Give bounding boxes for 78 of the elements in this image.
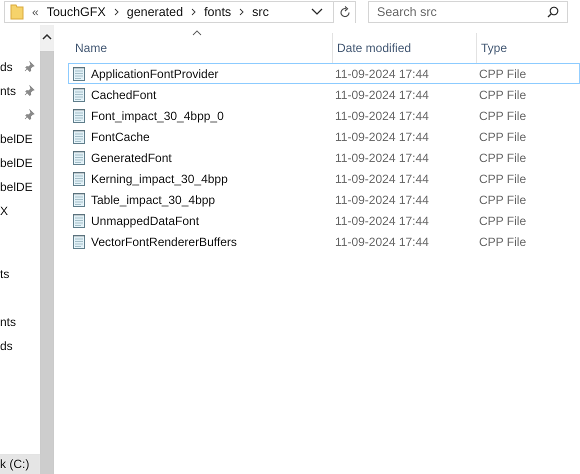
type-cell-text: CPP File [478,108,528,122]
file-row[interactable]: Kerning_impact_30_4bpp 11-09-2024 17:44 CPP File [68,168,580,189]
file-icon [72,128,86,144]
file-icon [72,86,86,102]
chevron-right-icon [114,8,119,16]
breadcrumb[interactable]: TouchGFX [46,5,106,19]
nav-item[interactable]: ds [0,60,13,74]
address-bar[interactable]: « TouchGFX generated fonts src [4,1,356,23]
file-name: Table_impact_30_4bpp [91,192,216,206]
file-name: VectorFontRendererBuffers [91,234,237,248]
file-name: GeneratedFont [91,150,172,164]
search-icon [547,6,559,18]
column-header[interactable]: Type [477,33,580,63]
file-row[interactable]: VectorFontRendererBuffers 11-09-2024 17:44 CPP File [68,231,580,252]
nav-item[interactable]: belDE [0,180,33,194]
type-cell-text: CPP File [478,88,528,102]
breadcrumb[interactable]: src [252,5,269,19]
overflow-chevron[interactable]: « [32,5,39,19]
file-name: UnmappedDataFont [91,214,200,228]
date-cell-text: 11-09-2024 17:44 [334,66,430,80]
file-name: CachedFont [91,88,156,102]
date-cell-text: 11-09-2024 17:44 [334,108,430,122]
file-icon [72,150,86,166]
file-row[interactable]: UnmappedDataFont 11-09-2024 17:44 CPP File [68,210,580,231]
file-row[interactable]: GeneratedFont 11-09-2024 17:44 CPP File [68,147,580,168]
date-cell-text: 11-09-2024 17:44 [334,214,430,228]
chevron-right-icon [239,8,244,16]
pin-icon [24,85,35,96]
nav-item[interactable]: belDE [0,132,33,146]
drive-item[interactable]: k (C:) [0,454,40,474]
file-icon [72,212,86,228]
refresh-button[interactable] [333,2,355,22]
date-cell-text: 11-09-2024 17:44 [334,172,430,186]
nav-item[interactable]: belDE [0,156,33,170]
type-cell-text: CPP File [478,66,528,80]
pin-icon [24,61,35,72]
type-cell-text: CPP File [478,150,528,164]
nav-item[interactable]: ts [0,267,10,281]
type-cell-text: CPP File [478,192,528,206]
file-row[interactable]: Font_impact_30_4bpp_0 11-09-2024 17:44 CPP File [68,105,580,126]
breadcrumb[interactable]: fonts [204,5,232,19]
file-icon [72,66,86,82]
sort-ascending-icon [192,30,202,36]
refresh-icon [338,6,350,18]
type-cell-text: CPP File [478,234,528,248]
file-icon [72,192,86,208]
nav-item[interactable]: X [0,204,8,218]
nav-item[interactable]: nts [0,84,16,98]
date-cell-text: 11-09-2024 17:44 [334,234,430,248]
column-header[interactable]: Date modified [333,33,477,63]
search-field[interactable]: Search src [368,1,568,23]
date-cell-text: 11-09-2024 17:44 [334,130,430,144]
file-icon [72,108,86,124]
file-icon [72,170,86,186]
date-cell-text: 11-09-2024 17:44 [334,192,430,206]
dropdown-chevron-icon[interactable] [311,8,323,16]
date-cell-text: 11-09-2024 17:44 [334,88,430,102]
file-icon [72,234,86,250]
file-row[interactable]: FontCache 11-09-2024 17:44 CPP File [68,126,580,147]
nav-item[interactable]: nts [0,315,16,329]
file-name: Kerning_impact_30_4bpp [91,172,228,186]
date-cell-text: 11-09-2024 17:44 [334,150,430,164]
type-cell-text: CPP File [478,172,528,186]
breadcrumb[interactable]: generated [126,5,184,19]
chevron-right-icon [191,8,196,16]
file-row[interactable]: ApplicationFontProvider 11-09-2024 17:44 CPP File [68,63,580,84]
file-row[interactable]: Table_impact_30_4bpp 11-09-2024 17:44 CPP File [68,189,580,210]
file-row[interactable]: CachedFont 11-09-2024 17:44 CPP File [68,84,580,105]
type-cell-text: CPP File [478,214,528,228]
file-name: FontCache [91,130,150,144]
folder-icon [10,4,24,20]
scrollbar[interactable] [40,25,54,474]
column-header[interactable]: Name [71,33,333,63]
type-cell-text: CPP File [478,130,528,144]
file-name: Font_impact_30_4bpp_0 [91,108,224,122]
pin-icon [24,109,35,120]
nav-item[interactable]: ds [0,339,13,353]
file-name: ApplicationFontProvider [91,66,218,80]
